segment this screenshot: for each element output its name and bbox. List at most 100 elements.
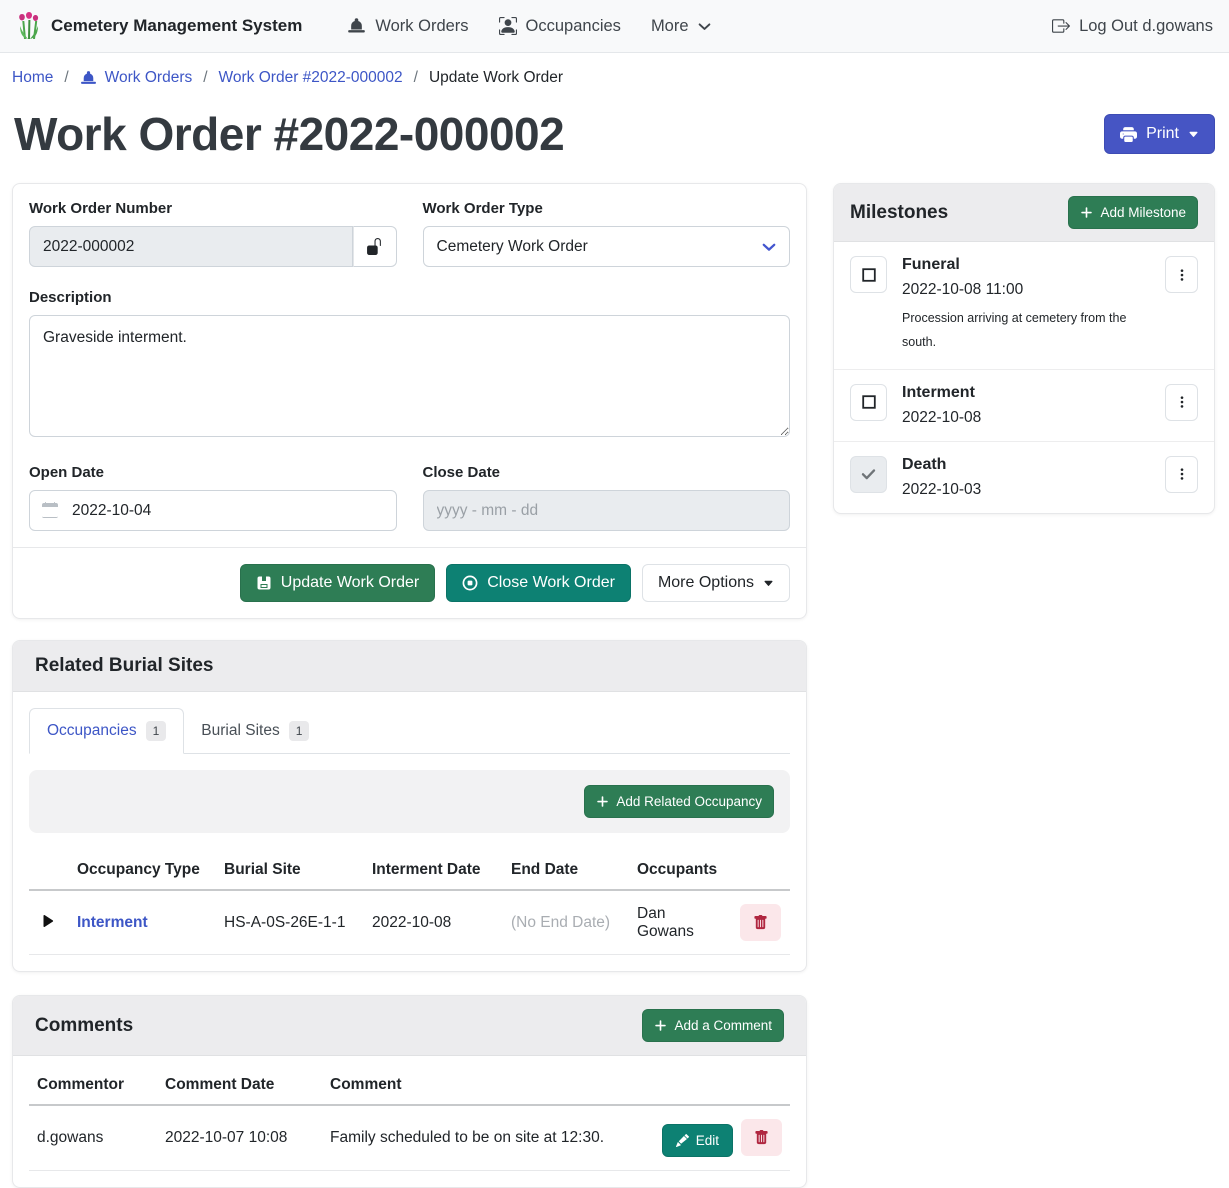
col-comment-date: Comment Date bbox=[157, 1066, 322, 1105]
description-textarea[interactable]: Graveside interment. bbox=[29, 315, 790, 437]
page-title: Work Order #2022-000002 bbox=[14, 107, 564, 161]
occupants-cell: Dan Gowans bbox=[629, 890, 732, 955]
caret-down-icon bbox=[763, 578, 774, 589]
milestone-description: Procession arriving at cemetery from the… bbox=[902, 307, 1132, 355]
open-date-label: Open Date bbox=[29, 464, 397, 481]
col-occupancy-type: Occupancy Type bbox=[69, 851, 216, 890]
nav-work-orders[interactable]: Work Orders bbox=[332, 9, 483, 44]
col-burial-site: Burial Site bbox=[216, 851, 364, 890]
col-interment-date: Interment Date bbox=[364, 851, 503, 890]
check-icon bbox=[860, 466, 877, 483]
close-work-order-button[interactable]: Close Work Order bbox=[446, 564, 631, 602]
add-related-occupancy-button[interactable]: Add Related Occupancy bbox=[584, 785, 774, 818]
expand-row-button[interactable] bbox=[37, 911, 57, 931]
trash-icon bbox=[754, 1130, 769, 1145]
milestone-menu-button[interactable] bbox=[1165, 456, 1198, 493]
col-commentor: Commentor bbox=[29, 1066, 157, 1105]
kebab-icon bbox=[1175, 467, 1189, 481]
breadcrumb-separator: / bbox=[414, 69, 418, 87]
milestone-checkbox-checked[interactable] bbox=[850, 456, 887, 493]
nav-more[interactable]: More bbox=[636, 9, 726, 44]
tab-burial-sites-count-badge: 1 bbox=[289, 721, 310, 741]
add-milestone-button[interactable]: Add Milestone bbox=[1068, 196, 1198, 229]
add-comment-button[interactable]: Add a Comment bbox=[642, 1009, 784, 1042]
kebab-icon bbox=[1175, 268, 1189, 282]
milestone-date: 2022-10-08 11:00 bbox=[902, 281, 1150, 299]
edit-comment-label: Edit bbox=[696, 1133, 719, 1148]
trash-icon bbox=[753, 915, 768, 930]
work-order-number-input bbox=[29, 226, 353, 267]
update-work-order-button[interactable]: Update Work Order bbox=[240, 564, 435, 602]
milestone-item-death: Death 2022-10-03 bbox=[834, 442, 1214, 513]
add-comment-label: Add a Comment bbox=[674, 1018, 772, 1033]
tab-occupancies-count-badge: 1 bbox=[146, 721, 167, 741]
add-related-occupancy-label: Add Related Occupancy bbox=[616, 794, 762, 809]
milestone-name: Funeral bbox=[902, 256, 1150, 274]
close-date-input bbox=[423, 490, 791, 531]
milestones-title: Milestones bbox=[850, 202, 948, 224]
breadcrumb-separator: / bbox=[64, 69, 68, 87]
milestone-checkbox[interactable] bbox=[850, 384, 887, 421]
milestone-menu-button[interactable] bbox=[1165, 384, 1198, 421]
more-options-label: More Options bbox=[658, 574, 754, 592]
milestone-item-funeral: Funeral 2022-10-08 11:00 Procession arri… bbox=[834, 242, 1214, 370]
plus-icon bbox=[1080, 206, 1093, 219]
caret-down-icon bbox=[1188, 129, 1199, 140]
hardhat-icon bbox=[80, 70, 97, 87]
comment-cell: Family scheduled to be on site at 12:30. bbox=[322, 1105, 654, 1171]
col-comment: Comment bbox=[322, 1066, 654, 1105]
work-order-form-card: Work Order Number bbox=[12, 183, 807, 619]
description-label: Description bbox=[29, 289, 790, 306]
commentor-cell: d.gowans bbox=[29, 1105, 157, 1171]
print-button[interactable]: Print bbox=[1104, 114, 1215, 154]
nav-work-orders-label: Work Orders bbox=[375, 17, 468, 36]
more-options-button[interactable]: More Options bbox=[642, 564, 790, 602]
delete-occupancy-button[interactable] bbox=[740, 904, 781, 941]
breadcrumb-home[interactable]: Home bbox=[12, 69, 53, 87]
print-label: Print bbox=[1146, 125, 1179, 143]
work-order-type-value: Cemetery Work Order bbox=[437, 238, 588, 256]
interment-date-cell: 2022-10-08 bbox=[364, 890, 503, 955]
occupancies-toolbar: Add Related Occupancy bbox=[29, 770, 790, 833]
work-order-type-select[interactable]: Cemetery Work Order bbox=[423, 226, 791, 267]
calendar-icon bbox=[42, 502, 58, 518]
breadcrumb-work-order-number[interactable]: Work Order #2022-000002 bbox=[219, 69, 403, 87]
unlock-icon bbox=[366, 238, 383, 255]
open-date-input[interactable] bbox=[29, 490, 397, 531]
unlock-button[interactable] bbox=[353, 226, 397, 267]
comment-row: d.gowans 2022-10-07 10:08 Family schedul… bbox=[29, 1105, 790, 1171]
breadcrumb-work-orders[interactable]: Work Orders bbox=[80, 69, 193, 87]
breadcrumb: Home / Work Orders / Work Order #2022-00… bbox=[0, 53, 1229, 97]
milestone-date: 2022-10-03 bbox=[902, 481, 1150, 499]
related-tabs: Occupancies 1 Burial Sites 1 bbox=[29, 708, 790, 754]
update-work-order-label: Update Work Order bbox=[281, 574, 419, 592]
occupancy-row: Interment HS-A-0S-26E-1-1 2022-10-08 (No… bbox=[29, 890, 790, 955]
logout-label: Log Out d.gowans bbox=[1079, 17, 1213, 36]
add-milestone-label: Add Milestone bbox=[1100, 205, 1186, 220]
kebab-icon bbox=[1175, 395, 1189, 409]
work-order-number-label: Work Order Number bbox=[29, 200, 397, 217]
end-date-cell: (No End Date) bbox=[503, 890, 629, 955]
tab-burial-sites[interactable]: Burial Sites 1 bbox=[184, 708, 326, 753]
comment-date-cell: 2022-10-07 10:08 bbox=[157, 1105, 322, 1171]
logout-button[interactable]: Log Out d.gowans bbox=[1052, 17, 1213, 36]
milestones-card: Milestones Add Milestone Funeral 2022-10 bbox=[833, 183, 1215, 514]
square-unchecked-icon bbox=[861, 267, 877, 283]
close-work-order-label: Close Work Order bbox=[487, 574, 615, 592]
milestone-checkbox[interactable] bbox=[850, 256, 887, 293]
milestone-menu-button[interactable] bbox=[1165, 256, 1198, 293]
milestone-name: Death bbox=[902, 456, 1150, 474]
occupancies-table: Occupancy Type Burial Site Interment Dat… bbox=[29, 851, 790, 955]
tab-occupancies-label: Occupancies bbox=[47, 722, 137, 740]
logout-icon bbox=[1052, 17, 1070, 35]
edit-comment-button[interactable]: Edit bbox=[662, 1124, 733, 1157]
milestone-date: 2022-10-08 bbox=[902, 409, 1150, 427]
delete-comment-button[interactable] bbox=[741, 1119, 782, 1156]
milestone-item-interment: Interment 2022-10-08 bbox=[834, 370, 1214, 442]
app-brand[interactable]: Cemetery Management System bbox=[16, 12, 302, 40]
tab-occupancies[interactable]: Occupancies 1 bbox=[29, 708, 184, 754]
col-occupants: Occupants bbox=[629, 851, 732, 890]
occupancy-type-link[interactable]: Interment bbox=[77, 914, 148, 931]
plus-icon bbox=[596, 795, 609, 808]
nav-occupancies[interactable]: Occupancies bbox=[484, 9, 636, 44]
